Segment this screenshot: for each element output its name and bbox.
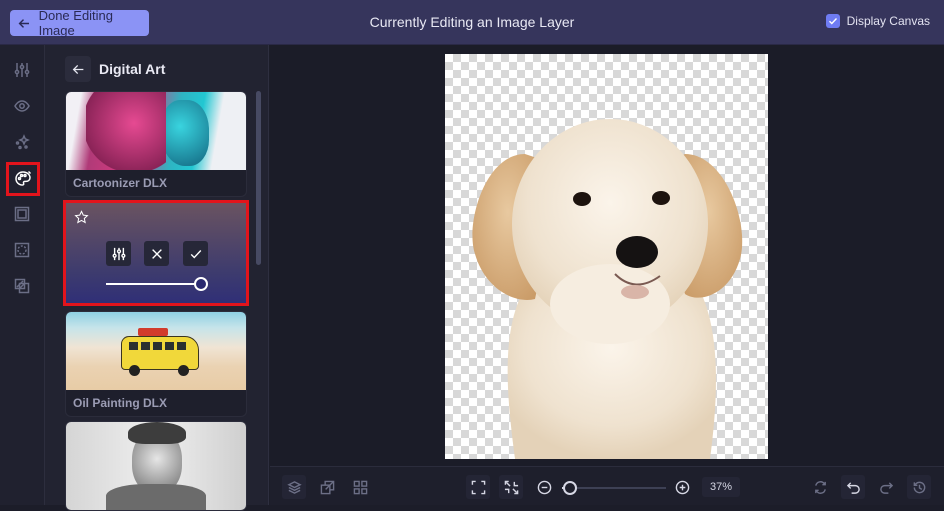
zoom-slider[interactable] [562,481,666,495]
display-canvas-checkbox[interactable] [825,14,840,28]
shrink-icon [504,480,518,494]
filter-panel: Digital Art Cartoonizer DLX Oil Painting… [45,45,269,511]
layers-button[interactable] [282,475,306,499]
filter-apply-button[interactable] [183,241,208,266]
sparkles-icon [15,134,30,150]
palette-icon [15,170,32,186]
display-canvas-label: Display Canvas [846,14,930,28]
filter-card-label: Oil Painting DLX [73,396,168,410]
rail-item-artistic[interactable] [6,162,40,196]
done-editing-label: Done Editing Image [38,8,114,38]
panel-title: Digital Art [99,61,166,77]
rail-item-adjustments[interactable] [10,58,34,82]
filter-card-oil-painting[interactable]: Oil Painting DLX [65,311,247,417]
redo-icon [879,481,893,494]
refresh-icon [814,480,826,494]
vignette-icon [14,242,30,258]
zoom-in-icon [675,480,689,494]
puppy-image [472,119,743,459]
bottom-toolbar: 37% [270,466,944,505]
filter-card-label: Cartoonizer DLX [73,176,168,190]
sketch-thumbnail [66,422,246,510]
tool-rail [0,45,45,505]
panel-scrollbar[interactable] [256,91,261,265]
undo-button[interactable] [841,475,865,499]
star-icon[interactable] [74,210,89,225]
oil-painting-thumbnail [66,312,246,390]
eye-icon [14,100,30,112]
filter-card-cartoonizer[interactable]: Cartoonizer DLX [65,91,247,197]
layers-icon [286,480,302,494]
actual-size-button[interactable] [499,475,523,499]
transform-icon [320,480,334,494]
rail-item-vignette[interactable] [10,238,34,262]
reset-button[interactable] [808,475,832,499]
zoom-in-button[interactable] [670,475,694,499]
undo-icon [846,481,860,494]
display-canvas-toggle[interactable]: Display Canvas [825,14,930,28]
done-editing-button[interactable]: Done Editing Image [10,8,149,38]
image-canvas[interactable] [445,54,768,459]
filter-intensity-slider[interactable] [106,277,208,291]
active-filter-controls [63,200,249,306]
arrow-left-icon [72,64,83,74]
history-button[interactable] [907,475,931,499]
zoom-out-icon [537,480,551,494]
rail-item-overlays[interactable] [10,274,34,298]
zoom-level[interactable]: 37% [702,477,740,497]
zoom-out-button[interactable] [532,475,556,499]
filter-settings-button[interactable] [106,241,131,266]
expand-icon [471,480,485,494]
checkmark-icon [828,18,837,25]
zoom-slider-handle[interactable] [563,481,578,495]
close-icon [151,248,162,259]
transform-button[interactable] [315,475,339,499]
redo-button[interactable] [874,475,898,499]
arrow-left-icon [18,18,30,28]
fit-to-screen-button[interactable] [466,475,490,499]
top-bar: Done Editing Image Currently Editing an … [0,0,944,45]
rail-item-frames[interactable] [10,202,34,226]
history-icon [913,481,925,493]
rail-item-view[interactable] [10,94,34,118]
frame-icon [14,206,30,222]
filter-cancel-button[interactable] [144,241,169,266]
grid-icon [353,480,367,494]
rail-item-effects[interactable] [10,130,34,154]
canvas-area [270,45,944,466]
intensity-slider-handle[interactable] [194,277,208,291]
sliders-icon [112,247,125,260]
cartoonizer-thumbnail [66,92,246,170]
panel-back-button[interactable] [65,56,91,82]
overlay-icon [14,278,30,294]
sliders-icon [14,63,30,77]
checkmark-icon [190,249,201,259]
filter-card-sketch[interactable] [65,421,247,511]
grid-button[interactable] [348,475,372,499]
